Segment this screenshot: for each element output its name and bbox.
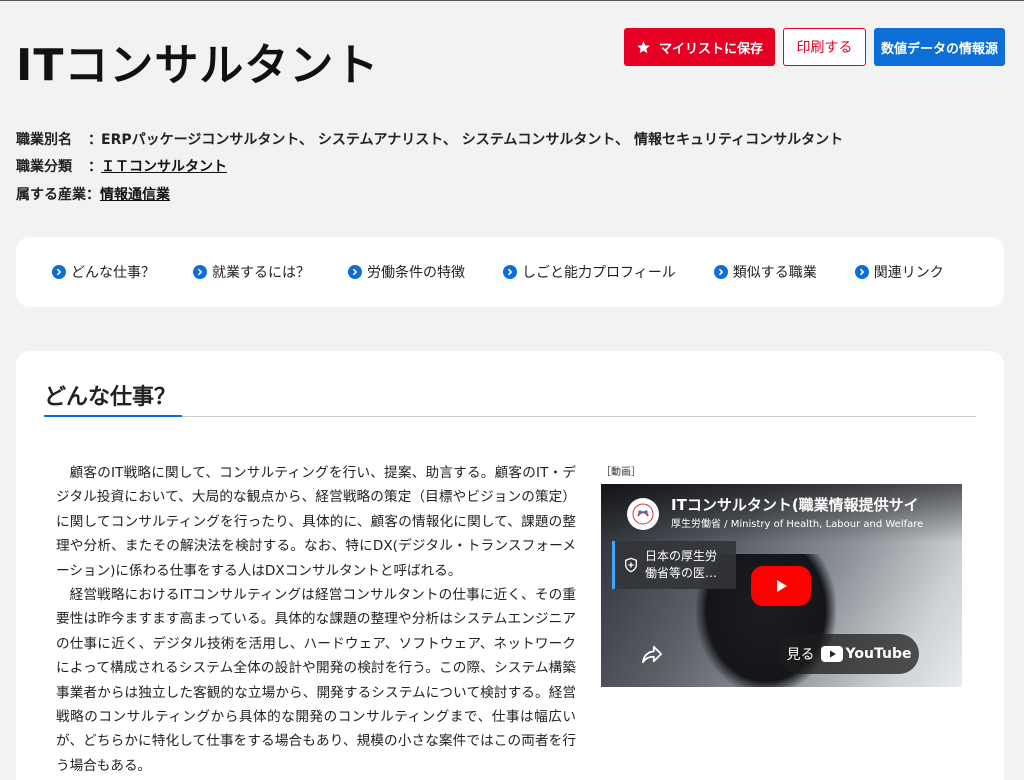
video-channel[interactable]: 厚生労働省 / Ministry of Health, Labour and W… [671,515,923,530]
job-description-text: 顧客のIT戦略に関して、コンサルティングを行い、提案、助言する。顧客のIT・デジ… [56,461,576,778]
chevron-right-icon [348,265,362,279]
share-icon [642,645,662,664]
print-label: 印刷する [796,40,853,56]
nav-item-label: 労働条件の特徴 [367,265,465,281]
nav-item-label: しごと能力プロフィール [522,265,676,281]
nav-item-label: 関連リンク [873,265,944,281]
job-meta: 職業別名 ： ERPパッケージコンサルタント、 システムアナリスト、 システムコ… [16,125,843,208]
watch-on-youtube-button[interactable]: 見る YouTube [779,634,919,674]
nav-item-similar-jobs[interactable]: 類似する職業 [713,262,817,282]
print-button[interactable]: 印刷する [783,28,866,66]
nav-item-working-conditions[interactable]: 労働条件の特徴 [348,262,465,282]
section-header: どんな仕事？ [44,379,976,417]
meta-category-link[interactable]: ＩＴコンサルタント [101,156,227,176]
meta-industry-link[interactable]: 情報通信業 [100,184,170,204]
data-source-button[interactable]: 数値データの情報源 [874,28,1005,66]
meta-aliases-label: 職業別名 [16,131,72,148]
save-to-mylist-button[interactable]: マイリストに保存 [624,28,775,66]
video-title[interactable]: ITコンサルタント(職業情報提供サイ [671,494,919,515]
job-description-card: どんな仕事？ 顧客のIT戦略に関して、コンサルティングを行い、提案、助言する。顧… [16,351,1004,780]
watch-label: 見る [786,647,815,663]
description-paragraph: 顧客のIT戦略に関して、コンサルティングを行い、提案、助言する。顧客のIT・デジ… [56,465,576,579]
info-panel[interactable]: 日本の厚生労 働省等の医… [612,541,736,589]
nav-item-label: どんな仕事？ [71,265,155,281]
play-button[interactable] [751,566,811,606]
nav-item-how-to-join[interactable]: 就業するには？ [193,262,310,282]
ministry-logo-icon [632,503,654,525]
nav-item-label: 類似する職業 [732,265,817,281]
video-player[interactable]: ITコンサルタント(職業情報提供サイ 厚生労働省 / Ministry of H… [601,484,962,687]
meta-industry-label: 属する産業 [16,186,86,203]
meta-category-row: 職業分類 ： ＩＴコンサルタント [16,153,843,181]
chevron-right-icon [503,265,517,279]
nav-item-label: 就業するには？ [212,265,310,281]
youtube-label: YouTube [845,646,912,662]
meta-industry-row: 属する産業 ： 情報通信業 [16,180,843,208]
chevron-right-icon [193,265,207,279]
youtube-logo: YouTube [820,646,912,662]
video-label: ［動画］ [601,467,641,478]
page-title: ITコンサルタント [16,40,380,91]
chevron-right-icon [713,265,728,279]
youtube-icon [820,646,843,662]
data-source-label: 数値データの情報源 [880,41,998,57]
meta-separator: ： [88,131,102,148]
nav-item-related-links[interactable]: 関連リンク [854,262,944,282]
share-button[interactable] [641,644,663,668]
nav-item-what-job[interactable]: どんな仕事？ [52,262,155,282]
meta-aliases-row: 職業別名 ： ERPパッケージコンサルタント、 システムアナリスト、 システムコ… [16,125,843,153]
star-icon [637,40,650,53]
nav-item-ability-profile[interactable]: しごと能力プロフィール [503,262,676,282]
chevron-right-icon [52,265,66,279]
description-paragraph: 経営戦略におけるITコンサルティングは経営コンサルタントの仕事に近く、その重要性… [56,587,576,774]
info-panel-line: 日本の厚生労 [645,549,718,563]
anchor-nav: どんな仕事？ 就業するには？ 労働条件の特徴 しごと能力プロフィール 類似する職… [16,237,1004,307]
section-title: どんな仕事？ [44,379,183,417]
play-icon [777,580,787,592]
meta-category-label: 職業分類 [16,159,72,176]
meta-aliases-value: ERPパッケージコンサルタント、 システムアナリスト、 システムコンサルタント、… [101,131,844,148]
channel-logo[interactable] [627,498,659,530]
shield-icon [625,557,637,573]
meta-separator: ： [88,159,102,176]
meta-separator: ： [86,186,100,203]
info-panel-line: 働省等の医… [645,566,718,580]
chevron-right-icon [854,265,869,279]
save-to-mylist-label: マイリストに保存 [658,41,763,57]
